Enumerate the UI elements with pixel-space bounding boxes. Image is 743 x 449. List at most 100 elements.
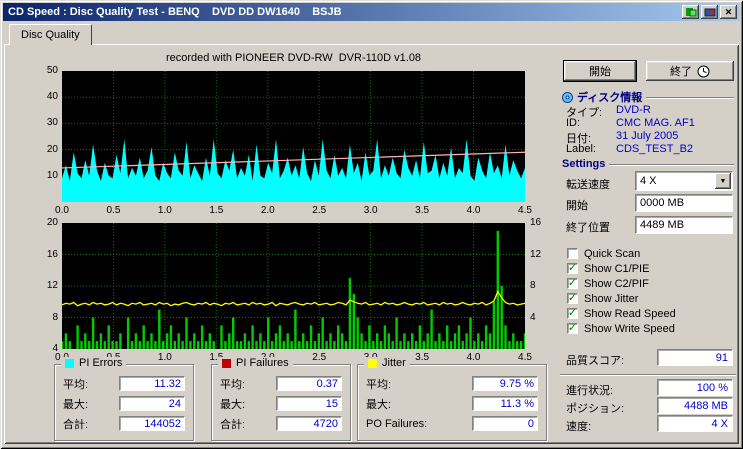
axis-tick: 16 [32,250,58,260]
pi-errors-swatch [65,359,74,368]
checkbox-icon: ✓ [567,278,578,289]
disc-type-value: DVD-R [616,104,651,116]
checkbox-quick-scan[interactable]: ✓ Quick Scan [567,247,640,260]
progress-label: 進行状況: [566,382,613,398]
disc-info-icon [562,92,573,103]
jitter-swatch [368,359,377,368]
clock-icon [697,65,710,78]
pi-failures-box: PI Failures 平均: 0.37 最大: 15 合計: 4720 [211,364,351,441]
pie-chart-y-axis: 5040302010 [32,71,58,202]
stat-row: 平均: 0.37 [220,376,342,391]
axis-tick: 0.5 [101,206,125,216]
pif-jitter-chart [62,223,525,349]
green-disc-icon [685,7,697,17]
tab-disc-quality[interactable]: Disc Quality [9,24,92,45]
title-bar[interactable]: CD Speed : Disc Quality Test - BENQ DVD … [3,3,740,21]
axis-tick: 16 [530,218,541,228]
pi-errors-box: PI Errors 平均: 11.32 最大: 24 合計: 144052 [54,364,194,441]
axis-tick: 3.0 [359,206,383,216]
checkbox-show-jitter[interactable]: ✓ Show Jitter [567,292,638,305]
stat-row: 最大: 24 [63,396,185,411]
pi-errors-legend: PI Errors [61,357,126,369]
end-pos-label: 終了位置 [566,219,610,235]
window-title: CD Speed : Disc Quality Test - BENQ DVD … [6,6,680,18]
axis-tick: 12 [530,250,541,260]
stat-row: 平均: 9.75 % [366,376,538,391]
axis-tick: 10 [32,171,58,181]
axis-tick: 2.0 [256,206,280,216]
drive-icon [704,7,716,17]
disc-info-header: ディスク情報 [562,89,734,105]
checkbox-icon: ✓ [567,323,578,334]
axis-tick: 1.0 [153,206,177,216]
titlebar-app-icon-2[interactable] [701,5,718,19]
status-divider [560,374,736,376]
disc-date-value: 31 July 2005 [616,130,678,142]
axis-tick: 3.5 [410,353,434,363]
jitter-legend: Jitter [364,357,410,369]
axis-tick: 30 [32,118,58,128]
end-pos-field[interactable]: 4489 MB [635,216,733,234]
quality-score-value: 91 [657,349,733,366]
pi-failures-legend: PI Failures [218,357,293,369]
position-label: ポジション: [566,400,624,416]
stop-button[interactable]: 終了 [646,61,734,81]
titlebar-app-icon-1[interactable] [682,5,699,19]
axis-tick: 2.5 [307,206,331,216]
header-rule [646,97,734,99]
quality-score-label: 品質スコア: [566,352,624,368]
checkbox-icon: ✓ [567,248,578,259]
settings-header: Settings [562,158,734,170]
checkbox-show-c1-pie[interactable]: ✓ Show C1/PIE [567,262,649,275]
axis-tick: 20 [32,218,58,228]
start-button[interactable]: 開始 [564,61,636,81]
axis-tick: 4.5 [513,353,537,363]
recorded-note: recorded with PIONEER DVD-RW DVR-110D v1… [62,52,525,64]
disc-id-value: CMC MAG. AF1 [616,117,695,129]
speed-select-value: 4 X [640,175,715,187]
main-panel: recorded with PIONEER DVD-RW DVR-110D v1… [4,44,739,444]
axis-tick: 1.5 [204,206,228,216]
close-button[interactable]: ✕ [720,5,737,19]
pif-chart-right-axis: 161284 [528,223,550,349]
tab-label: Disc Quality [21,29,80,41]
stat-row: 合計: 4720 [220,416,342,431]
stat-row: PO Failures: 0 [366,416,538,431]
axis-tick: 0.0 [50,206,74,216]
stat-row: 平均: 11.32 [63,376,185,391]
speed-select[interactable]: 4 X ▼ [635,171,733,191]
checkbox-icon: ✓ [567,263,578,274]
axis-tick: 3.5 [410,206,434,216]
pie-chart-x-axis: 0.00.51.01.52.02.53.03.54.04.5 [62,205,525,217]
stat-row: 最大: 11.3 % [366,396,538,411]
stat-row: 最大: 15 [220,396,342,411]
jitter-box: Jitter 平均: 9.75 % 最大: 11.3 % PO Failures… [357,364,547,441]
start-pos-label: 開始 [566,197,588,213]
pif-chart-left-axis: 20161284 [32,223,58,349]
disc-label-label: Label: [566,143,596,155]
app-window: CD Speed : Disc Quality Test - BENQ DVD … [0,0,743,449]
chevron-down-icon[interactable]: ▼ [715,173,731,189]
pi-failures-swatch [222,359,231,368]
stat-row: 合計: 144052 [63,416,185,431]
checkbox-icon: ✓ [567,293,578,304]
checkbox-show-read-speed[interactable]: ✓ Show Read Speed [567,307,676,320]
checkbox-show-write-speed[interactable]: ✓ Show Write Speed [567,322,675,335]
speed-select-label: 転送速度 [566,176,610,192]
axis-tick: 4.0 [462,206,486,216]
disc-label-value: CDS_TEST_B2 [616,143,693,155]
axis-tick: 8 [530,281,536,291]
start-pos-field[interactable]: 0000 MB [635,194,733,212]
header-rule [609,164,734,166]
axis-tick: 40 [32,92,58,102]
pif-chart-x-axis: 0.00.51.01.52.02.53.03.54.04.5 [62,352,525,364]
checkbox-show-c2-pif[interactable]: ✓ Show C2/PIF [567,277,649,290]
axis-tick: 4.0 [462,353,486,363]
axis-tick: 1.0 [153,353,177,363]
progress-value: 100 % [657,379,733,396]
axis-tick: 8 [32,313,58,323]
axis-tick: 4 [530,313,536,323]
speed-status-label: 速度: [566,418,591,434]
position-value: 4488 MB [657,397,733,414]
axis-tick: 4.5 [513,206,537,216]
